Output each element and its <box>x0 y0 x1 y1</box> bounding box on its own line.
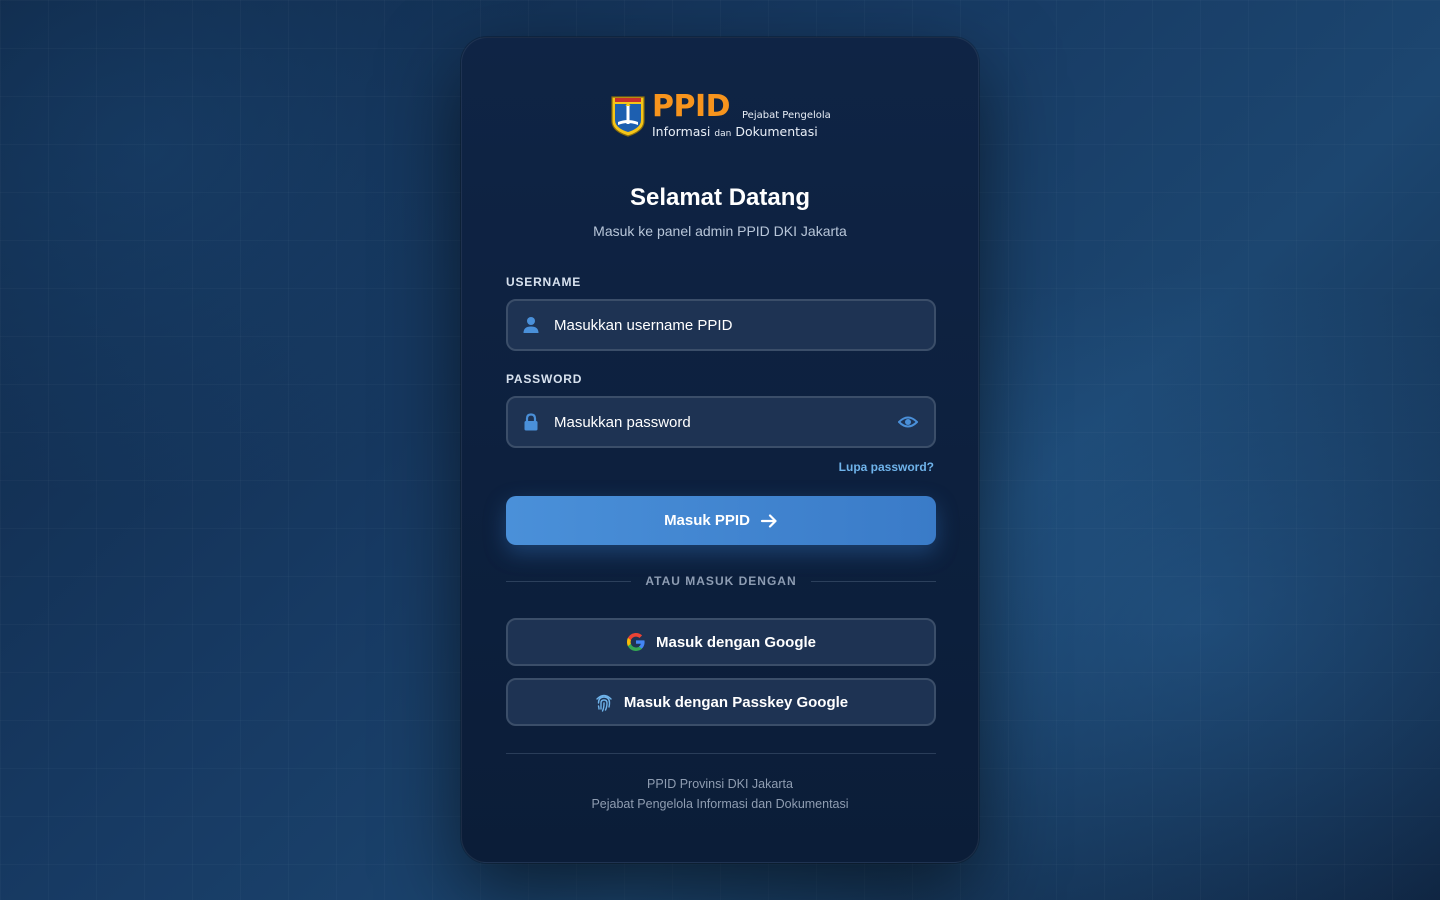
logo-wordmark: PPID <box>652 89 731 124</box>
password-field-wrapper <box>506 396 936 448</box>
page-subtitle: Masuk ke panel admin PPID DKI Jakarta <box>593 223 847 239</box>
eye-icon[interactable] <box>898 413 918 431</box>
divider: ATAU MASUK DENGAN <box>506 574 936 588</box>
passkey-login-button[interactable]: Masuk dengan Passkey Google <box>506 678 936 726</box>
logo-tagline-dan: dan <box>714 129 732 139</box>
footer-line-1: PPID Provinsi DKI Jakarta <box>647 777 793 791</box>
login-button-label: Masuk PPID <box>664 512 750 529</box>
divider-text: ATAU MASUK DENGAN <box>645 574 797 588</box>
divider-line-right <box>810 580 936 582</box>
password-input[interactable] <box>554 398 884 446</box>
logo-tagline-informasi: Informasi <box>652 124 711 139</box>
user-icon <box>523 317 539 333</box>
lock-icon <box>524 413 538 431</box>
arrow-right-icon <box>760 513 777 528</box>
google-login-button[interactable]: Masuk dengan Google <box>506 618 936 666</box>
footer-line-2: Pejabat Pengelola Informasi dan Dokument… <box>591 797 849 811</box>
logo-tagline-bottom: Informasi dan Dokumentasi <box>652 124 818 139</box>
google-login-label: Masuk dengan Google <box>655 633 817 651</box>
username-field-wrapper <box>506 299 936 351</box>
fingerprint-icon <box>596 694 612 712</box>
page-title: Selamat Datang <box>629 184 811 211</box>
footer-divider <box>506 753 936 754</box>
passkey-login-label: Masuk dengan Passkey Google <box>623 693 849 711</box>
logo-tagline-dokumentasi: Dokumentasi <box>735 124 818 139</box>
password-label: PASSWORD <box>506 372 583 386</box>
logo-tagline-top: Pejabat Pengelola <box>742 110 831 121</box>
google-icon <box>626 633 645 651</box>
jakarta-emblem-icon <box>611 96 645 137</box>
forgot-password-link[interactable]: Lupa password? <box>839 460 934 474</box>
login-button[interactable]: Masuk PPID <box>506 496 936 545</box>
ppid-logo: PPID Pejabat Pengelola Informasi dan Dok… <box>610 90 834 140</box>
username-input[interactable] <box>554 301 884 349</box>
login-card: PPID Pejabat Pengelola Informasi dan Dok… <box>461 37 979 863</box>
username-label: USERNAME <box>506 275 582 289</box>
divider-line-left <box>506 580 632 582</box>
